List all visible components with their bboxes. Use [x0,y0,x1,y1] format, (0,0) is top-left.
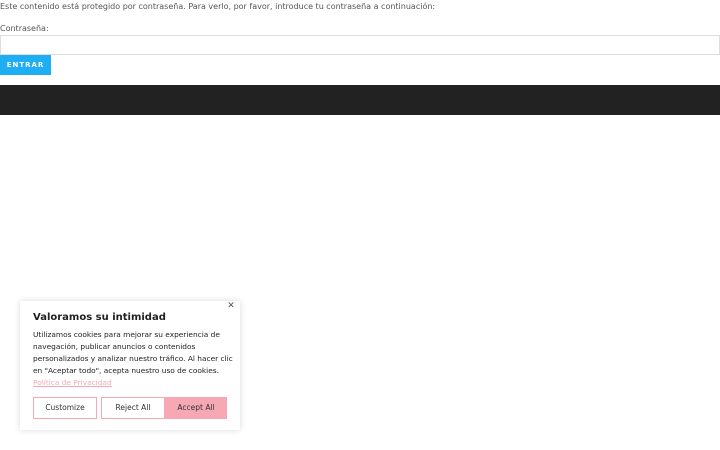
customize-button[interactable]: Customize [33,397,97,419]
reject-all-button[interactable]: Reject All [101,397,165,419]
cookie-banner-title: Valoramos su intimidad [33,312,166,323]
cookie-banner-body: Utilizamos cookies para mejorar su exper… [33,330,233,375]
footer-bar [0,85,720,115]
cookie-banner-text: Utilizamos cookies para mejorar su exper… [33,329,233,389]
page: Este contenido está protegido por contra… [0,0,720,450]
close-icon[interactable]: ✕ [226,301,236,311]
password-protection-message: Este contenido está protegido por contra… [0,2,436,11]
accept-all-button[interactable]: Accept All [165,397,227,419]
enter-button[interactable]: ENTRAR [0,55,51,75]
password-label: Contraseña: [0,24,49,33]
password-input[interactable] [0,35,720,55]
privacy-policy-link[interactable]: Política de Privacidad [33,378,112,387]
cookie-consent-banner: ✕ Valoramos su intimidad Utilizamos cook… [20,301,240,430]
